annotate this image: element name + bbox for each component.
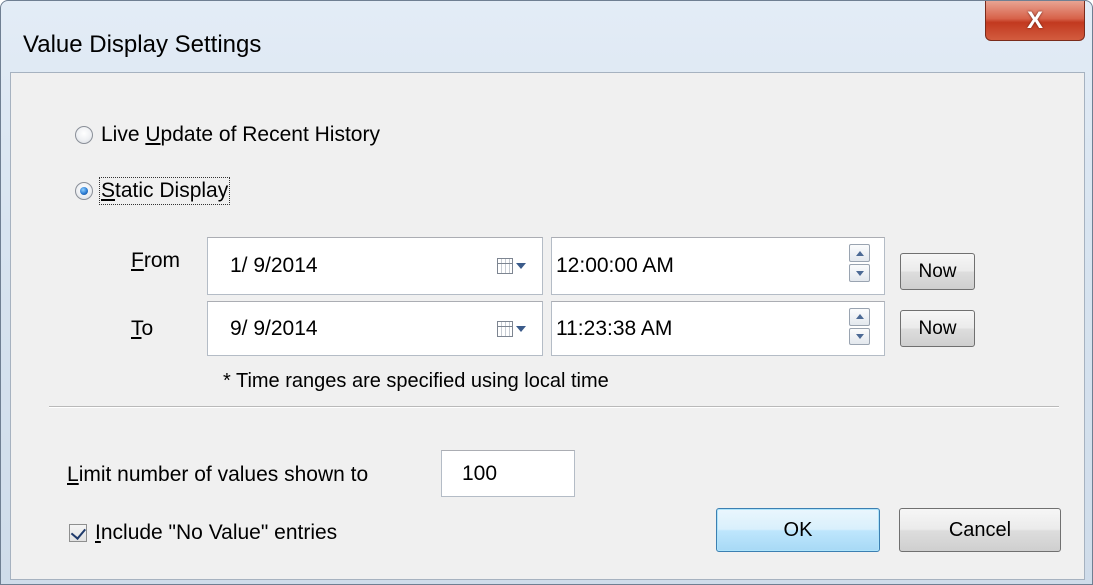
limit-label: Limit number of values shown to [67,463,369,486]
static-display-option[interactable]: Static Display [75,177,231,205]
static-display-label: Static Display [98,177,231,205]
live-update-label: Live Update of Recent History [101,123,380,146]
to-label: To [131,317,154,340]
from-time-value: 12:00:00 AM [556,254,674,277]
spin-down-icon [855,333,864,339]
include-no-value-label: Include "No Value" entries [95,521,338,544]
to-date-picker[interactable]: 9/ 9/2014 [207,301,543,356]
live-update-radio[interactable] [75,126,93,144]
calendar-icon [497,258,513,274]
cancel-button[interactable]: Cancel [899,508,1061,552]
spin-up-icon [855,250,864,256]
live-update-option[interactable]: Live Update of Recent History [75,123,380,147]
from-label: From [131,249,180,272]
to-time-spin-down[interactable] [849,327,870,345]
checkmark-icon [70,523,86,540]
from-time-spin-down[interactable] [849,264,870,282]
include-no-value-checkbox[interactable] [69,523,87,542]
window-title: Value Display Settings [23,31,262,58]
limit-input[interactable]: 100 [441,450,575,497]
close-icon: X [1026,6,1043,34]
from-time-spin-up[interactable] [849,244,870,262]
close-button[interactable]: X [985,1,1085,41]
to-time-spinner[interactable] [849,308,870,345]
to-time-value: 11:23:38 AM [556,316,673,340]
ok-button[interactable]: OK [716,508,880,552]
from-calendar-dropdown[interactable] [497,258,526,274]
from-now-button[interactable]: Now [900,253,975,290]
dialog-client-area: Live Update of Recent History Static Dis… [10,72,1085,580]
section-divider [49,406,1059,408]
from-date-value: 1/ 9/2014 [230,254,318,277]
to-date-value: 9/ 9/2014 [230,316,318,340]
calendar-icon [497,321,513,337]
spin-down-icon [855,270,864,276]
dialog-window: Value Display Settings X Live Update of … [0,0,1093,585]
include-no-value-option[interactable]: Include "No Value" entries [69,521,337,545]
from-date-picker[interactable]: 1/ 9/2014 [207,237,543,295]
to-calendar-dropdown[interactable] [497,321,526,337]
chevron-down-icon [516,263,526,269]
chevron-down-icon [516,326,526,332]
to-time-spin-up[interactable] [849,308,870,326]
static-display-radio[interactable] [75,182,93,200]
from-time-field[interactable]: 12:00:00 AM [551,237,885,295]
limit-value: 100 [462,462,498,485]
to-now-button[interactable]: Now [900,310,975,347]
spin-up-icon [855,314,864,320]
from-time-spinner[interactable] [849,244,870,282]
to-time-field[interactable]: 11:23:38 AM [551,301,885,356]
local-time-note: * Time ranges are specified using local … [223,370,609,392]
